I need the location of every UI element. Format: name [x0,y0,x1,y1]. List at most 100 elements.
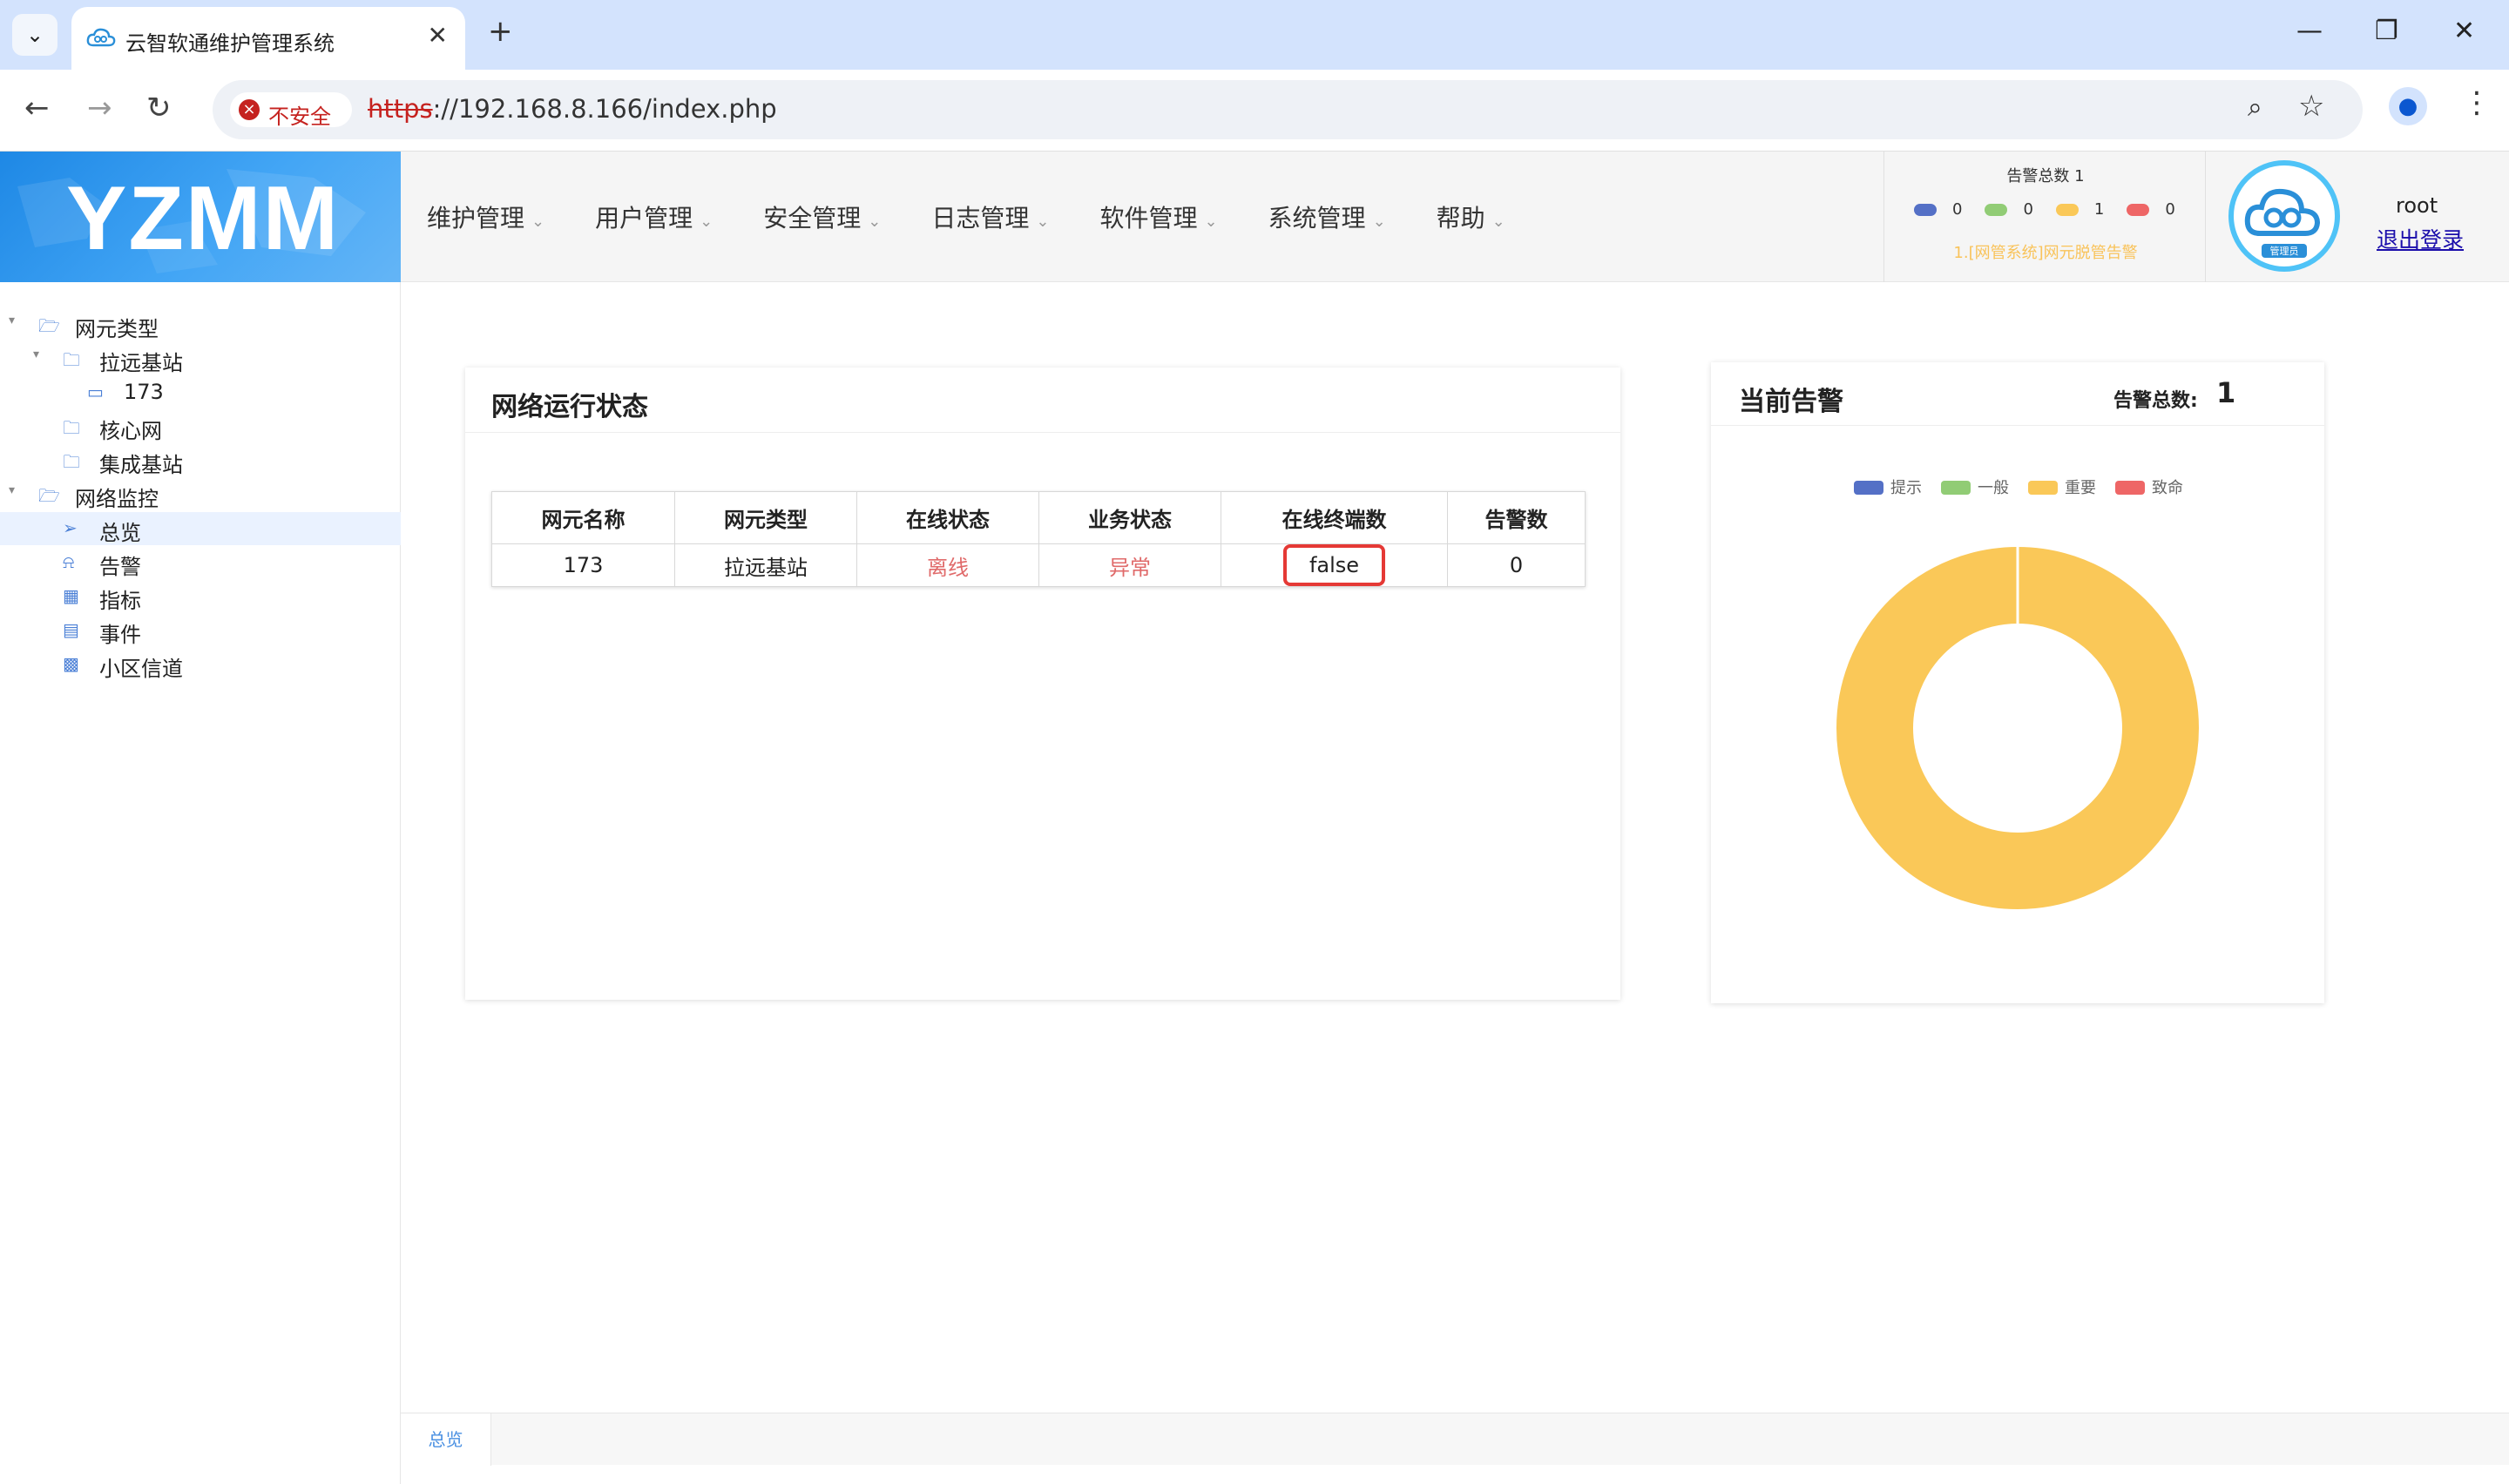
tab-title: 云智软通维护管理系统 [125,31,335,56]
panel-title: 网络运行状态 [491,392,648,422]
tree-label: 拉远基站 [99,351,183,375]
folder-icon: 🗀 [63,349,80,370]
alarm-level-major: 1 [2055,200,2104,219]
alarm-summary[interactable]: 告警总数 1 0 0 1 0 1.[网管系统]网元脱管告警 [1883,152,2206,282]
legend-swatch [1941,481,1971,495]
logo-text: YZMM [66,168,341,269]
tree-node-ne-type[interactable]: ▾ 🗁 网元类型 [0,308,401,341]
username: root [2396,193,2438,218]
legend-item[interactable]: 重要 [2028,479,2096,497]
tree-node-alarm[interactable]: ⍾ 告警 [0,546,401,579]
tab-search-button[interactable]: ⌄ [12,14,57,56]
menu-users[interactable]: 用户管理 ⌄ [595,199,713,234]
tree-node-overview[interactable]: ➢ 总览 [0,512,401,545]
star-icon[interactable]: ☆ [2298,89,2324,124]
arrow-left-icon[interactable]: ← [24,91,50,125]
folder-icon: 🗀 [63,417,80,438]
table-row[interactable]: 173 拉远基站 离线 异常 false 0 [491,543,1586,587]
alarm-level-count: 0 [2165,200,2175,219]
cloud-logo-icon: 管理员 [2244,188,2321,258]
alarm-level-normal: 0 [1985,200,2033,219]
tree-node-remote-bs[interactable]: ▾ 🗀 拉远基站 [0,342,401,375]
kebab-menu-icon[interactable]: ⋮ [2462,85,2492,120]
divider [465,432,1620,433]
menu-system[interactable]: 系统管理 ⌄ [1268,199,1386,234]
menu-software[interactable]: 软件管理 ⌄ [1099,199,1217,234]
menu-maintenance[interactable]: 维护管理 ⌄ [427,199,544,234]
reload-icon[interactable]: ↻ [146,91,172,125]
tree-label: 核心网 [99,419,162,443]
panel-title: 当前告警 [1739,387,1843,417]
tree-node-metrics[interactable]: ▦ 指标 [0,580,401,613]
new-tab-button[interactable]: + [488,14,513,49]
tree-node-integrated-bs[interactable]: 🗀 集成基站 [0,444,401,477]
top-menu: 维护管理 ⌄ 用户管理 ⌄ 安全管理 ⌄ 日志管理 ⌄ 软件管理 ⌄ 系统管理 ⌄ 帮助 ⌄ [427,152,1556,282]
alarm-level-critical: 0 [2127,200,2175,219]
alarm-latest-message[interactable]: 1.[网管系统]网元脱管告警 [1884,240,2207,263]
alarm-level-pill [1985,203,2008,216]
main-content: 网络运行状态 网元名称 网元类型 在线状态 业务状态 在线终端数 告警数 173… [401,282,2509,1414]
bottom-tab-overview[interactable]: 总览 [401,1413,491,1466]
alarm-level-pill [1914,203,1937,216]
grid-icon: ▩ [63,653,79,674]
legend-item[interactable]: 致命 [2115,479,2183,497]
chart-icon: ▦ [63,585,79,606]
menu-security[interactable]: 安全管理 ⌄ [763,199,881,234]
minimize-icon[interactable]: — [2296,16,2323,46]
security-chip[interactable]: × 不安全 https://192.168.8.166/index.php [223,89,777,131]
tree-node-173[interactable]: ▭ 173 [0,376,401,409]
zoom-icon[interactable]: ⌕ [2248,92,2262,123]
insecure-badge[interactable]: × 不安全 [230,92,352,129]
tab-close-icon[interactable]: ✕ [428,21,448,50]
url-path: ://192.168.8.166/index.php [432,94,777,124]
tree-node-events[interactable]: ▤ 事件 [0,614,401,647]
caret-down-icon[interactable]: ▾ [33,347,39,361]
chevron-down-icon: ⌄ [531,212,545,231]
legend-item[interactable]: 一般 [1941,479,2009,497]
close-window-icon[interactable]: ✕ [2453,16,2475,46]
profile-icon[interactable]: ● [2389,87,2427,125]
current-alarm-panel: 当前告警 告警总数: 1 提示 一般 重要 致命 [1711,362,2324,1003]
arrow-right-icon[interactable]: → [87,91,112,125]
logout-link[interactable]: 退出登录 [2377,223,2464,254]
tree-label: 告警 [99,555,141,579]
tree-node-monitor[interactable]: ▾ 🗁 网络监控 [0,478,401,511]
tree-label: 小区信道 [99,657,183,681]
donut-slice[interactable] [1836,547,2199,909]
legend-item[interactable]: 提示 [1854,479,1922,497]
column-header: 网元类型 [674,491,857,544]
warning-icon: × [239,99,260,120]
avatar[interactable]: 管理员 [2228,160,2340,272]
chevron-down-icon: ⌄ [868,212,882,231]
divider [1711,425,2324,426]
column-header: 在线状态 [856,491,1039,544]
address-bar[interactable]: × 不安全 https://192.168.8.166/index.php ⌕ … [213,80,2363,139]
caret-down-icon[interactable]: ▾ [9,314,15,327]
menu-logs[interactable]: 日志管理 ⌄ [931,199,1049,234]
url-scheme: https [368,94,433,124]
menu-label: 日志管理 [931,204,1030,233]
alarm-donut-chart[interactable]: 提示 一般 重要 致命 [1711,476,2324,998]
tree-node-core[interactable]: 🗀 核心网 [0,410,401,443]
tree-label: 网元类型 [75,317,159,341]
alarm-level-pill [2127,203,2150,216]
column-header: 网元名称 [491,491,675,544]
menu-label: 用户管理 [595,204,693,233]
column-header: 告警数 [1447,491,1586,544]
folder-icon: 🗀 [63,451,80,472]
chevron-down-icon: ⌄ [1491,212,1505,231]
highlight-box: false [1282,544,1386,586]
tree-node-cell-channel[interactable]: ▩ 小区信道 [0,648,401,681]
menu-label: 维护管理 [427,204,525,233]
logo: YZMM [0,152,401,282]
menu-help[interactable]: 帮助 ⌄ [1437,199,1505,234]
caret-down-icon[interactable]: ▾ [9,483,15,497]
alarm-level-count: 0 [1952,200,1963,219]
legend-swatch [1854,481,1883,495]
restore-icon[interactable]: ❐ [2375,16,2398,46]
tree-label: 指标 [99,589,141,613]
bottom-tab-bar: 总览 [401,1413,2509,1466]
url-text[interactable]: https://192.168.8.166/index.php [368,94,777,124]
browser-tab[interactable]: 云智软通维护管理系统 ✕ [71,7,465,70]
legend-label: 重要 [2065,479,2096,497]
